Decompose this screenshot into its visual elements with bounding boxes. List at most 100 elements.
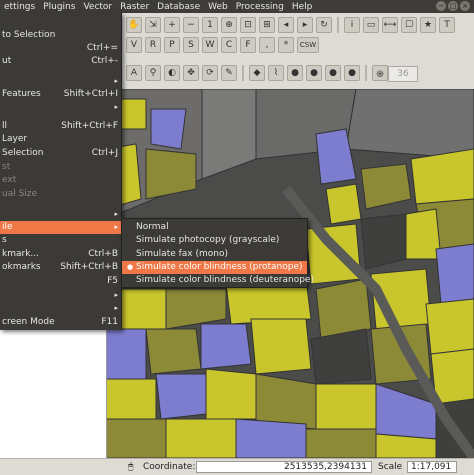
zoom-in-icon[interactable]: + <box>164 17 180 33</box>
add-ring-icon[interactable]: ● <box>287 65 303 81</box>
menu-item-pan-to-selection[interactable]: to Selection <box>0 29 121 42</box>
add-wms-icon[interactable]: W <box>202 37 218 53</box>
separator <box>242 65 244 81</box>
coordinate-field[interactable]: 2513535,2394131 <box>196 461 372 473</box>
zoom-full-icon[interactable]: ⊕ <box>221 17 237 33</box>
minimize-icon[interactable]: − <box>436 1 446 11</box>
annotation-icon[interactable]: T <box>439 17 455 33</box>
menu-item-zoom-out[interactable]: ut Ctrl+- <box>0 55 121 68</box>
menu-item-zoom-layer[interactable]: Layer <box>0 133 121 146</box>
radio-dot-icon: ● <box>127 263 134 271</box>
menu-plugins[interactable]: Plugins <box>39 2 79 12</box>
fill-ring-icon[interactable]: ● <box>325 65 341 81</box>
label-icon[interactable]: A <box>126 65 142 81</box>
coordinate-label: Coordinate: <box>143 462 196 472</box>
pan-to-selection-icon[interactable]: ⇲ <box>145 17 161 33</box>
zoom-selection-icon[interactable]: ⊡ <box>240 17 256 33</box>
tips-icon[interactable]: ☐ <box>401 17 417 33</box>
scale-field[interactable]: 1:17,091 <box>407 461 457 473</box>
pin-label-icon[interactable]: ⚲ <box>145 65 161 81</box>
menu-item-features[interactable]: Features Shift+Ctrl+I <box>0 88 121 101</box>
add-postgis-icon[interactable]: P <box>164 37 180 53</box>
menu-settings[interactable]: ettings <box>0 2 39 12</box>
menu-raster[interactable]: Raster <box>116 2 153 12</box>
separator <box>365 65 367 81</box>
status-bar: 🖱 Coordinate: 2513535,2394131 Scale 1:17… <box>0 458 474 475</box>
submenu-item-normal[interactable]: Normal <box>122 221 307 234</box>
chevron-right-icon: ▸ <box>114 304 118 312</box>
submenu-item-deuteranope[interactable]: Simulate color blindness (deuteranope) <box>122 274 314 287</box>
menu-item-show-bookmarks[interactable]: okmarks Shift+Ctrl+B <box>0 261 121 274</box>
separator <box>337 17 339 33</box>
submenu-item-grayscale[interactable]: Simulate photocopy (grayscale) <box>122 234 307 247</box>
menu-item-refresh[interactable]: F5 <box>0 275 121 288</box>
add-raster-icon[interactable]: R <box>145 37 161 53</box>
rotate-label-icon[interactable]: ⟳ <box>202 65 218 81</box>
menu-vector[interactable]: Vector <box>79 2 116 12</box>
rotation-spinbox[interactable]: 36 <box>388 66 418 82</box>
refresh-icon[interactable]: ↻ <box>316 17 332 33</box>
add-vector-icon[interactable]: V <box>126 37 142 53</box>
menu-item-preview-mode[interactable]: ile ▸ <box>0 221 121 234</box>
close-icon[interactable]: × <box>460 1 470 11</box>
add-part-icon[interactable]: ● <box>306 65 322 81</box>
menu-item-zoom-last: st <box>2 162 11 172</box>
chevron-right-icon: ▸ <box>114 77 118 85</box>
zoom-next-icon[interactable]: ▸ <box>297 17 313 33</box>
simplify-icon[interactable]: ⌇ <box>268 65 284 81</box>
move-label-icon[interactable]: ✥ <box>183 65 199 81</box>
csw-icon[interactable]: CSW <box>297 37 319 53</box>
delete-ring-icon[interactable]: ● <box>344 65 360 81</box>
menu-item-tips[interactable]: s <box>0 234 121 247</box>
bookmark-icon[interactable]: ★ <box>420 17 436 33</box>
zoom-last-icon[interactable]: ◂ <box>278 17 294 33</box>
zoom-out-icon[interactable]: − <box>183 17 199 33</box>
rotate-point-icon[interactable]: ֍ <box>372 65 388 81</box>
chevron-right-icon: ▸ <box>114 103 118 111</box>
menu-item-submenu-a[interactable]: ▸ <box>0 75 121 88</box>
zoom-actual-icon[interactable]: 1 <box>202 17 218 33</box>
toolbar-row-2: V R P S W C F , * CSW <box>126 37 319 53</box>
menubar: ettings Plugins Vector Raster Database W… <box>0 0 474 13</box>
toolbar-row-3: A ⚲ ◐ ✥ ⟳ ✎ ◆ ⌇ ● ● ● ● ֍ <box>126 65 388 81</box>
pan-icon[interactable]: ✋ <box>126 17 142 33</box>
menu-item-submenu-c[interactable]: ▸ <box>0 208 121 221</box>
submenu-item-protanope[interactable]: ● Simulate color blindness (protanope) <box>122 261 307 274</box>
change-label-icon[interactable]: ✎ <box>221 65 237 81</box>
identify-icon[interactable]: i <box>344 17 360 33</box>
menu-item-new-bookmark[interactable]: kmark... Ctrl+B <box>0 248 121 261</box>
add-spatialite-icon[interactable]: S <box>183 37 199 53</box>
menu-item-zoom-full[interactable]: ll Shift+Ctrl+F <box>0 120 121 133</box>
menu-item-zoom-in[interactable]: Ctrl+= <box>0 42 121 55</box>
view-menu: to Selection Ctrl+= ut Ctrl+- ▸ Features S… <box>0 13 122 330</box>
menu-item-full-screen[interactable]: creen Mode F11 <box>0 316 121 329</box>
measure-icon[interactable]: ⟷ <box>382 17 398 33</box>
maximize-icon[interactable]: □ <box>448 1 458 11</box>
menu-database[interactable]: Database <box>153 2 204 12</box>
submenu-item-mono[interactable]: Simulate fax (mono) <box>122 248 307 261</box>
add-wfs-icon[interactable]: F <box>240 37 256 53</box>
preview-mode-submenu: Normal Simulate photocopy (grayscale) Si… <box>121 218 314 288</box>
layers-panel[interactable] <box>0 330 107 458</box>
menu-help[interactable]: Help <box>288 2 317 12</box>
add-delimited-icon[interactable]: , <box>259 37 275 53</box>
toolbar-row-1: ✋ ⇲ + − 1 ⊕ ⊡ ⊞ ◂ ▸ ↻ i ▭ ⟷ ☐ ★ T <box>126 17 455 33</box>
menu-item-zoom-selection[interactable]: Selection Ctrl+J <box>0 147 121 160</box>
menu-item-submenu-b[interactable]: ▸ <box>0 101 121 114</box>
menu-item-submenu-e[interactable]: ▸ <box>0 302 121 315</box>
chevron-right-icon: ▸ <box>114 210 118 218</box>
add-wcs-icon[interactable]: C <box>221 37 237 53</box>
menu-item-zoom-next: ext <box>2 175 17 185</box>
menu-item-submenu-d[interactable]: ▸ <box>0 289 121 302</box>
node-tool-icon[interactable]: ◆ <box>249 65 265 81</box>
zoom-layer-icon[interactable]: ⊞ <box>259 17 275 33</box>
menu-web[interactable]: Web <box>204 2 232 12</box>
mouse-icon: 🖱 <box>128 462 134 472</box>
menu-processing[interactable]: Processing <box>232 2 288 12</box>
scale-label: Scale <box>378 462 403 472</box>
chevron-right-icon: ▸ <box>114 291 118 299</box>
window-controls: − □ × <box>436 1 470 11</box>
show-label-icon[interactable]: ◐ <box>164 65 180 81</box>
select-icon[interactable]: ▭ <box>363 17 379 33</box>
new-layer-icon[interactable]: * <box>278 37 294 53</box>
